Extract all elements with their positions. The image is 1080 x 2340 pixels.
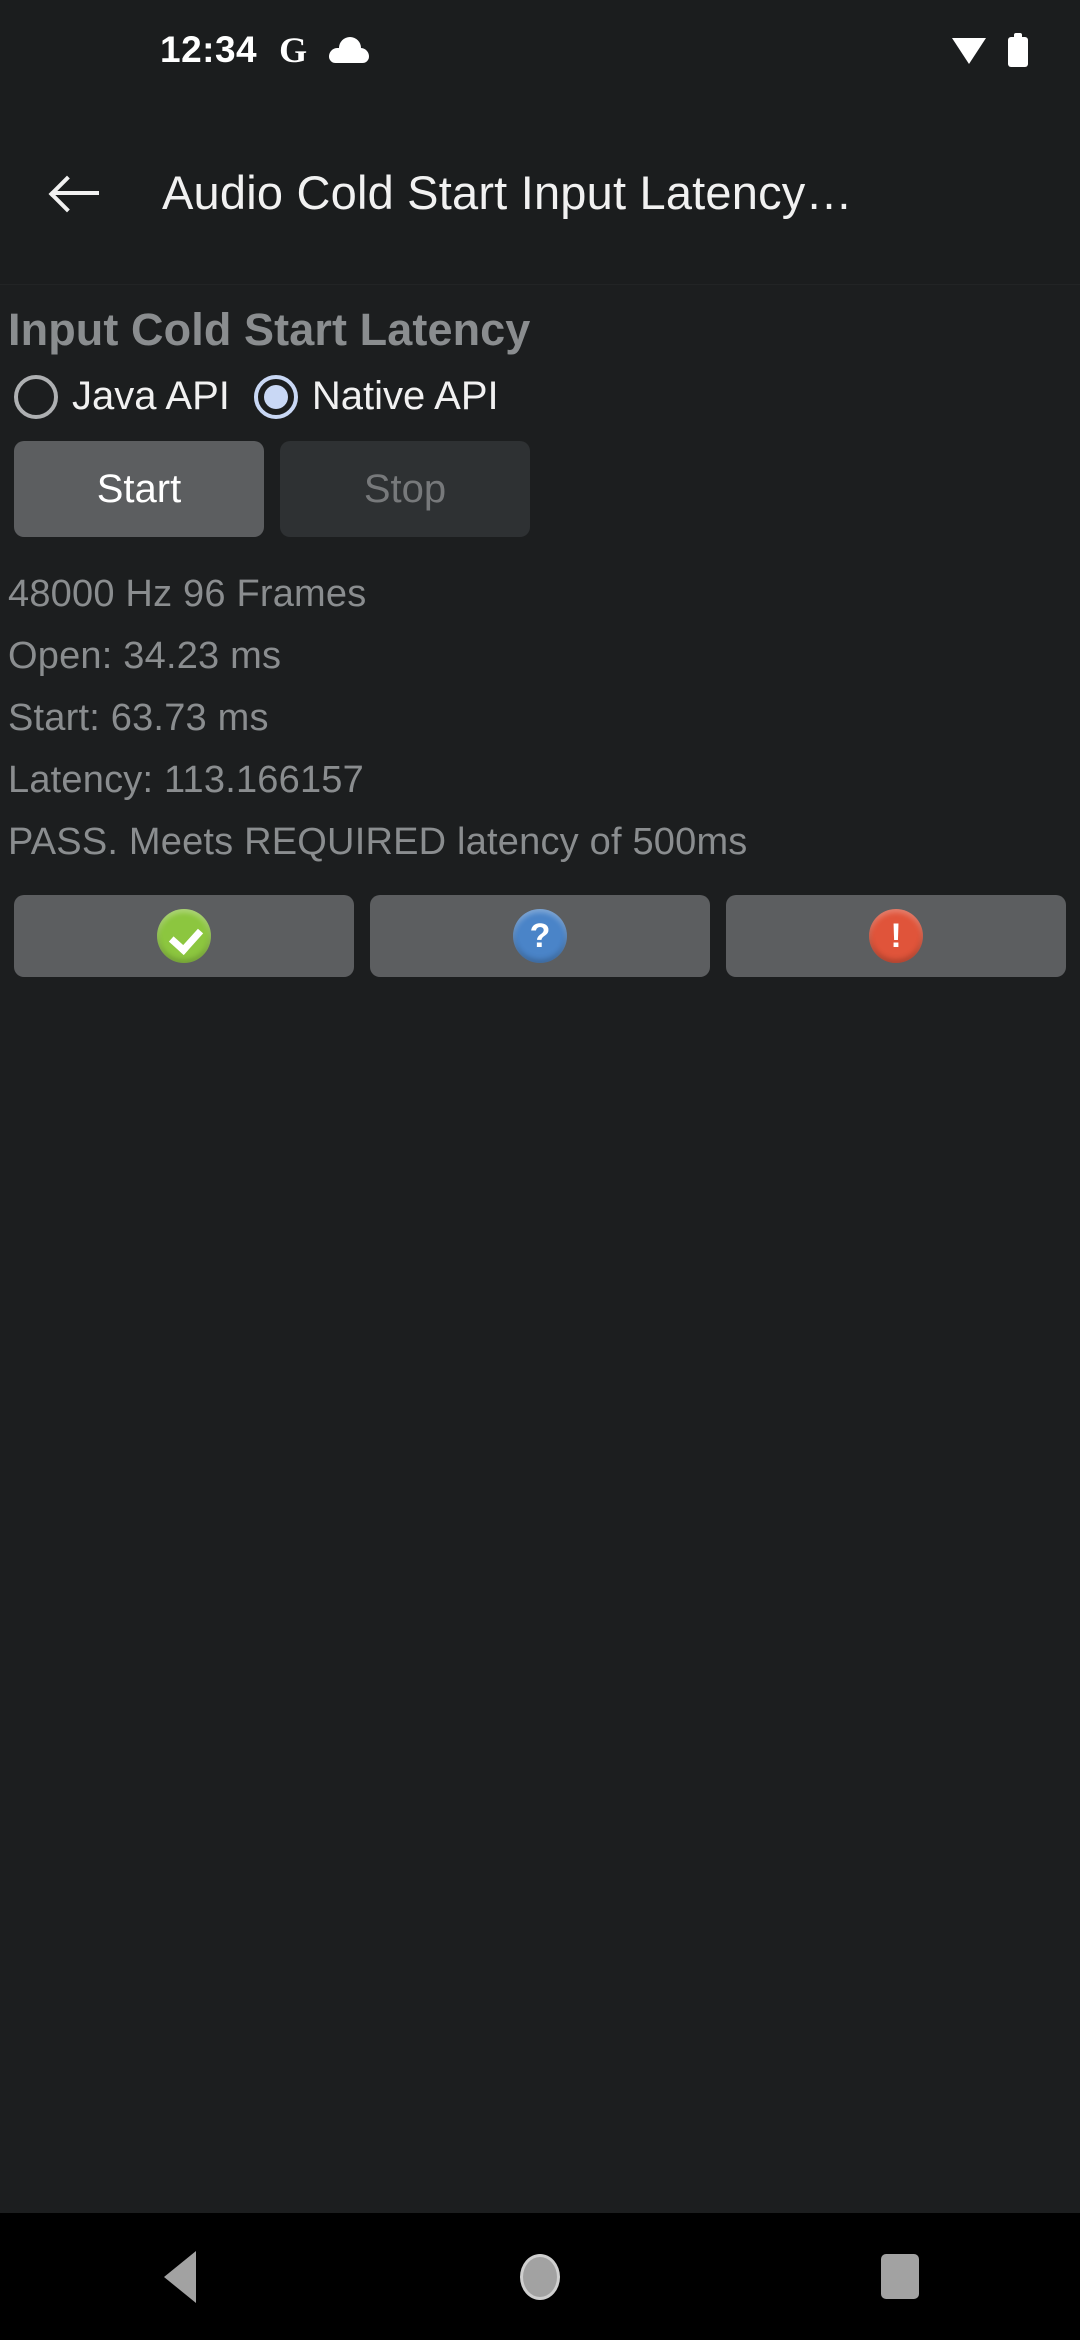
status-bar-right <box>952 33 1028 67</box>
transport-button-row: Start Stop <box>0 419 1080 537</box>
result-button-row: ? ! <box>0 873 1080 977</box>
back-triangle-icon <box>164 2250 196 2303</box>
radio-option-native-api[interactable]: Native API <box>253 374 499 419</box>
main-content: Input Cold Start Latency Java API Native… <box>0 286 1080 977</box>
recents-square-icon <box>881 2254 919 2299</box>
results-readout: 48000 Hz 96 Frames Open: 34.23 ms Start:… <box>0 537 1080 873</box>
cloud-icon <box>329 37 370 63</box>
readout-line-open: Open: 34.23 ms <box>8 635 282 677</box>
system-nav-bar <box>0 2213 1080 2340</box>
status-bar: 12:34 G <box>0 0 1080 100</box>
nav-home-button[interactable] <box>460 2213 620 2340</box>
mark-fail-button[interactable]: ! <box>726 895 1066 977</box>
section-title: Input Cold Start Latency <box>8 304 531 355</box>
back-button[interactable] <box>26 142 126 242</box>
page-title: Audio Cold Start Input Latency… <box>162 165 853 219</box>
app-bar: Audio Cold Start Input Latency… <box>0 100 1080 285</box>
readout-line-format: 48000 Hz 96 Frames <box>8 573 367 615</box>
api-radio-group: Java API Native API <box>0 356 1080 419</box>
wifi-icon <box>952 36 986 64</box>
phone-screen: 12:34 G Audio Cold Start Input Latency… … <box>0 0 1080 2340</box>
radio-option-java-api[interactable]: Java API <box>14 374 230 419</box>
start-button[interactable]: Start <box>14 441 264 537</box>
radio-label-native-api: Native API <box>311 374 499 418</box>
info-question-icon: ? <box>513 909 567 963</box>
readout-line-verdict: PASS. Meets REQUIRED latency of 500ms <box>8 821 748 863</box>
radio-circle-native-api[interactable] <box>253 374 298 419</box>
status-clock: 12:34 <box>160 29 258 70</box>
nav-back-button[interactable] <box>100 2213 260 2340</box>
readout-line-start: Start: 63.73 ms <box>8 697 269 739</box>
nav-recents-button[interactable] <box>820 2213 980 2340</box>
radio-label-java-api: Java API <box>72 374 230 418</box>
home-circle-icon <box>520 2253 560 2300</box>
check-mark-shape <box>169 921 199 951</box>
readout-line-latency: Latency: 113.166157 <box>8 759 364 801</box>
battery-icon <box>1008 33 1028 67</box>
stop-button: Stop <box>280 441 530 537</box>
status-bar-left: 12:34 G <box>160 29 370 71</box>
question-glyph: ? <box>529 917 551 955</box>
back-arrow-icon <box>53 175 99 209</box>
mark-info-button[interactable]: ? <box>370 895 710 977</box>
google-icon: G <box>279 30 308 70</box>
pass-check-icon <box>157 909 211 963</box>
radio-circle-java-api[interactable] <box>14 374 58 419</box>
exclamation-glyph: ! <box>890 917 902 955</box>
mark-pass-button[interactable] <box>14 895 354 977</box>
fail-exclamation-icon: ! <box>869 909 923 963</box>
